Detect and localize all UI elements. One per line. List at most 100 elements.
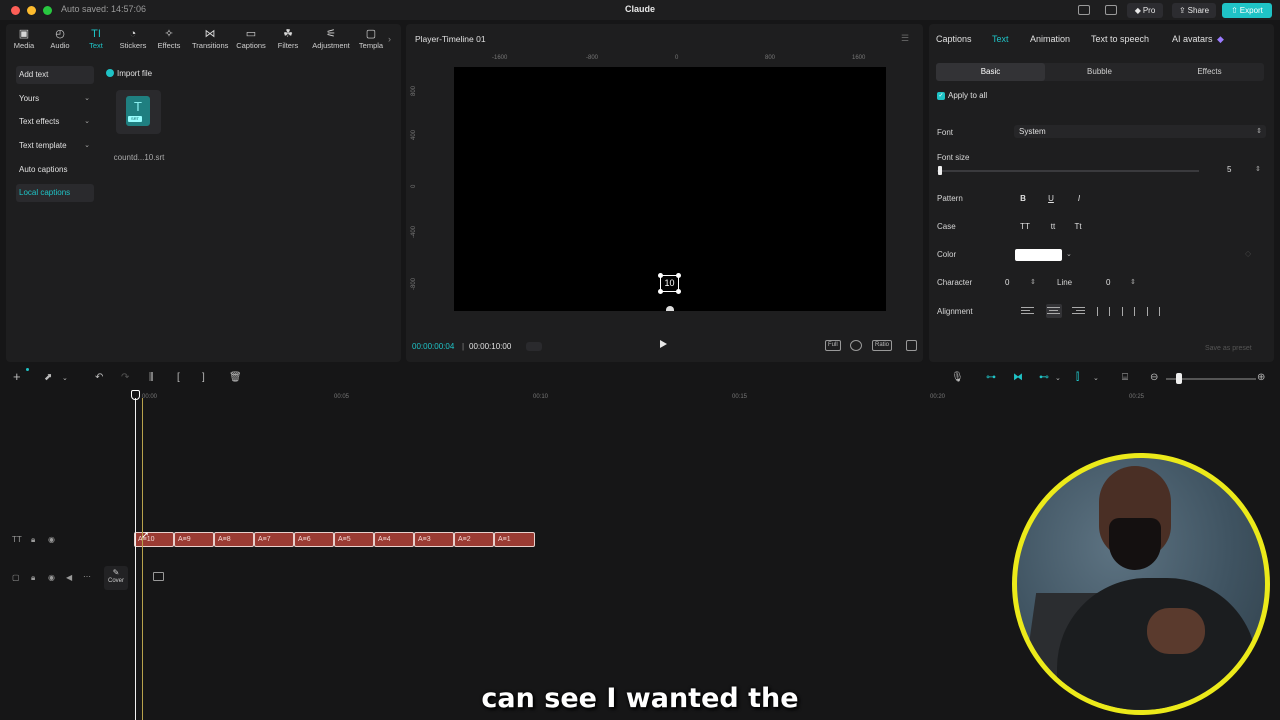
- microphone-icon[interactable]: 🎙: [951, 372, 964, 383]
- pro-button[interactable]: ◆ Pro: [1127, 3, 1163, 18]
- chevron-right-icon[interactable]: ›: [388, 34, 391, 44]
- font-size-value[interactable]: 5: [1227, 165, 1231, 174]
- save-preset-button[interactable]: Save as preset: [1205, 345, 1252, 352]
- lock-icon[interactable]: 🔒︎: [31, 535, 35, 545]
- align-middle-icon[interactable]: [1122, 307, 1135, 316]
- tab-text[interactable]: Text: [992, 34, 1009, 44]
- line-spacing-value[interactable]: 0: [1106, 278, 1110, 287]
- caption-clip[interactable]: A≡5: [334, 532, 374, 547]
- italic-button[interactable]: I: [1071, 192, 1087, 205]
- import-file-button[interactable]: Import file: [106, 66, 166, 80]
- sidebar-item-text-effects[interactable]: Text effects ⌄: [16, 113, 94, 131]
- zoom-out-icon[interactable]: ⊖: [1150, 372, 1158, 383]
- tab-media[interactable]: ▣ Media: [6, 28, 42, 50]
- lowercase-button[interactable]: tt: [1045, 220, 1061, 233]
- tab-filters[interactable]: ☘ Filters: [270, 28, 306, 50]
- tab-transitions[interactable]: ⋈ Transitions: [192, 28, 228, 50]
- export-button[interactable]: ⇧ Export: [1222, 3, 1272, 18]
- tab-text[interactable]: TI Text: [78, 28, 114, 50]
- tab-templates[interactable]: ▢ Templa: [353, 28, 389, 50]
- auto-snap-icon[interactable]: ⧓: [1013, 372, 1023, 383]
- ratio-button[interactable]: Ratio: [872, 340, 893, 351]
- audio-mute-icon[interactable]: ◀︎: [66, 573, 72, 582]
- tab-text-to-speech[interactable]: Text to speech: [1091, 34, 1149, 44]
- font-size-slider-knob[interactable]: [938, 166, 942, 175]
- bold-button[interactable]: B: [1015, 192, 1031, 205]
- align-top-icon[interactable]: [1097, 307, 1110, 316]
- sidebar-item-yours[interactable]: Yours ⌄: [16, 90, 94, 108]
- chevron-down-icon[interactable]: ⌄: [1055, 374, 1061, 382]
- caption-clip[interactable]: A≡1: [494, 532, 535, 547]
- tab-audio[interactable]: ◴ Audio: [42, 28, 78, 50]
- sidebar-item-text-template[interactable]: Text template ⌄: [16, 137, 94, 155]
- menu-icon[interactable]: ☰: [901, 33, 909, 44]
- undo-icon[interactable]: ↶: [95, 372, 103, 383]
- resize-handle[interactable]: [676, 289, 681, 294]
- eye-icon[interactable]: ◉: [48, 573, 55, 582]
- sidebar-item-auto-captions[interactable]: Auto captions: [16, 161, 94, 179]
- playhead[interactable]: [135, 398, 136, 720]
- main-track-magnet-icon[interactable]: ⊶: [986, 372, 996, 383]
- fullscreen-icon[interactable]: [906, 340, 917, 351]
- font-select[interactable]: System ⇕: [1014, 125, 1266, 138]
- subtab-basic[interactable]: Basic: [936, 63, 1045, 81]
- eye-icon[interactable]: ◉: [48, 535, 55, 544]
- select-tool-icon[interactable]: ⬈: [44, 372, 52, 383]
- zoom-in-icon[interactable]: ⊕: [1257, 372, 1265, 383]
- sidebar-item-local-captions[interactable]: Local captions: [16, 184, 94, 202]
- stepper-icon[interactable]: ⇕: [1255, 165, 1261, 173]
- stepper-icon[interactable]: ⇕: [1030, 278, 1036, 286]
- underline-button[interactable]: U: [1043, 192, 1059, 205]
- uppercase-button[interactable]: TT: [1017, 220, 1033, 233]
- tab-adjustment[interactable]: ⚟ Adjustment: [310, 28, 352, 50]
- font-size-slider[interactable]: [937, 170, 1199, 172]
- captions-track-icon[interactable]: ⌸: [1122, 372, 1128, 383]
- rotate-handle-icon[interactable]: [666, 306, 674, 311]
- apply-to-all-checkbox[interactable]: ✓: [937, 92, 945, 100]
- trim-right-icon[interactable]: ]: [202, 372, 205, 383]
- chevron-down-icon[interactable]: ⌄: [1066, 250, 1072, 258]
- caption-clip[interactable]: A≡10: [134, 532, 174, 547]
- caption-clip[interactable]: A≡9: [174, 532, 214, 547]
- keyframe-icon[interactable]: ◇: [1245, 249, 1251, 258]
- subtab-bubble[interactable]: Bubble: [1045, 63, 1154, 81]
- tab-captions[interactable]: Captions: [936, 34, 972, 44]
- text-selection-box[interactable]: 10: [658, 273, 681, 294]
- sidebar-item-add-text[interactable]: Add text: [16, 66, 94, 84]
- chevron-down-icon[interactable]: ⌄: [62, 374, 68, 382]
- timecode-toggle[interactable]: [526, 342, 542, 351]
- resize-handle[interactable]: [658, 289, 663, 294]
- linkage-icon[interactable]: ⊷: [1039, 372, 1049, 383]
- chevron-down-icon[interactable]: ⌄: [1093, 374, 1099, 382]
- cover-button[interactable]: ✎ Cover: [104, 566, 128, 590]
- preview-axis-icon[interactable]: ⫿: [1076, 372, 1079, 383]
- tab-animation[interactable]: Animation: [1030, 34, 1070, 44]
- tab-captions[interactable]: ▭ Captions: [233, 28, 269, 50]
- align-left-icon[interactable]: [1021, 307, 1034, 316]
- caption-clip[interactable]: A≡6: [294, 532, 334, 547]
- layout-icon[interactable]: [1078, 5, 1090, 15]
- srt-file-thumbnail[interactable]: T SRT: [116, 90, 161, 134]
- more-icon[interactable]: ⋯: [83, 572, 91, 581]
- tab-ai-avatars[interactable]: AI avatars: [1172, 34, 1213, 44]
- trim-left-icon[interactable]: [: [177, 372, 180, 383]
- caption-clip[interactable]: A≡3: [414, 532, 454, 547]
- caption-clip[interactable]: A≡7: [254, 532, 294, 547]
- zoom-slider-knob[interactable]: [1176, 373, 1182, 384]
- full-quality-button[interactable]: Full: [825, 340, 841, 351]
- caption-clip[interactable]: A≡4: [374, 532, 414, 547]
- delete-icon[interactable]: 🗑: [229, 372, 242, 383]
- play-icon[interactable]: [660, 340, 667, 348]
- color-swatch[interactable]: [1015, 249, 1062, 261]
- align-center-icon[interactable]: [1047, 307, 1060, 316]
- lock-icon[interactable]: 🔒︎: [31, 573, 35, 583]
- redo-icon[interactable]: ↷: [121, 372, 129, 383]
- tab-effects[interactable]: ✧ Effects: [151, 28, 187, 50]
- add-track-icon[interactable]: +: [13, 369, 21, 384]
- share-button[interactable]: ⇪ Share: [1172, 3, 1216, 18]
- split-icon[interactable]: ⫼: [149, 372, 154, 383]
- subtab-effects[interactable]: Effects: [1155, 63, 1264, 81]
- shortcuts-icon[interactable]: [1105, 5, 1117, 15]
- tab-stickers[interactable]: ◔ Stickers: [115, 28, 151, 50]
- titlecase-button[interactable]: Tt: [1070, 220, 1086, 233]
